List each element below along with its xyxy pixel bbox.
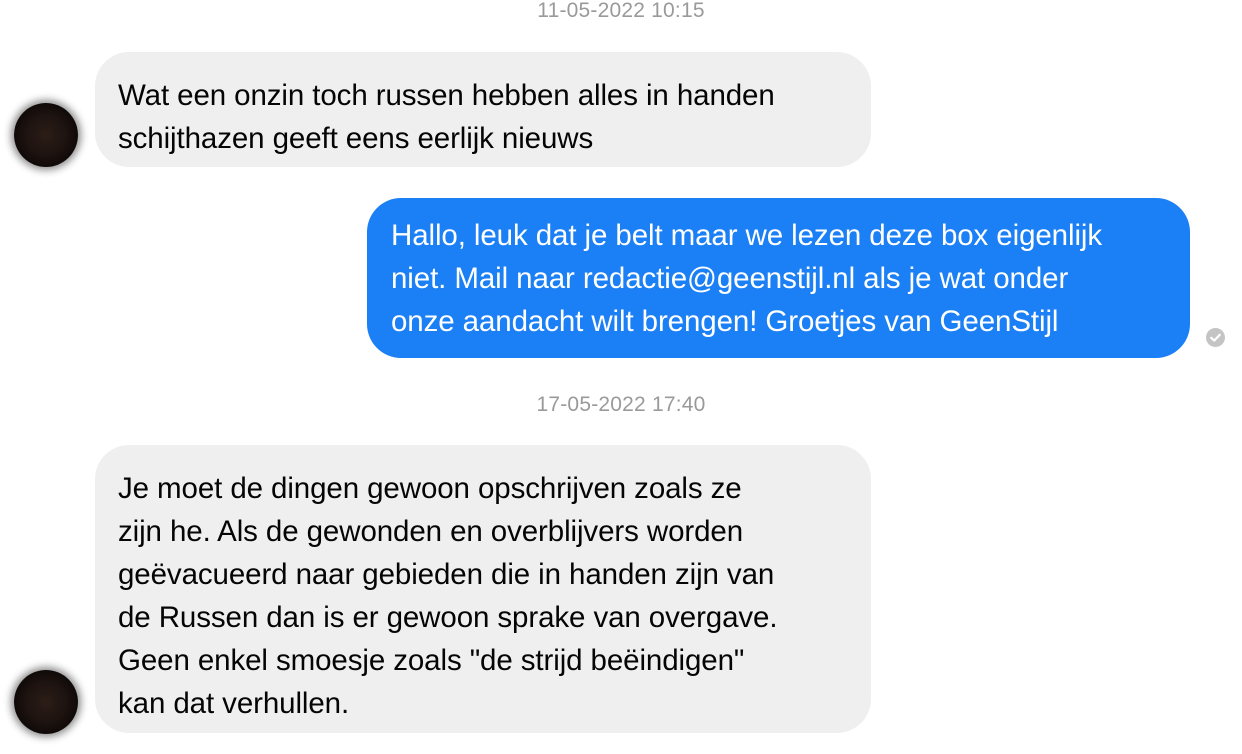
timestamp: 17-05-2022 17:40	[536, 393, 706, 416]
contact-avatar[interactable]	[14, 670, 78, 734]
incoming-message-bubble[interactable]: Wat een onzin toch russen hebben alles i…	[95, 52, 871, 167]
outgoing-message-bubble[interactable]: Hallo, leuk dat je belt maar we lezen de…	[367, 198, 1190, 358]
contact-avatar[interactable]	[14, 103, 78, 167]
incoming-message-bubble[interactable]: Je moet de dingen gewoon opschrijven zoa…	[95, 445, 871, 733]
check-circle-icon	[1206, 328, 1225, 347]
timestamp: 11-05-2022 10:15	[537, 0, 705, 22]
